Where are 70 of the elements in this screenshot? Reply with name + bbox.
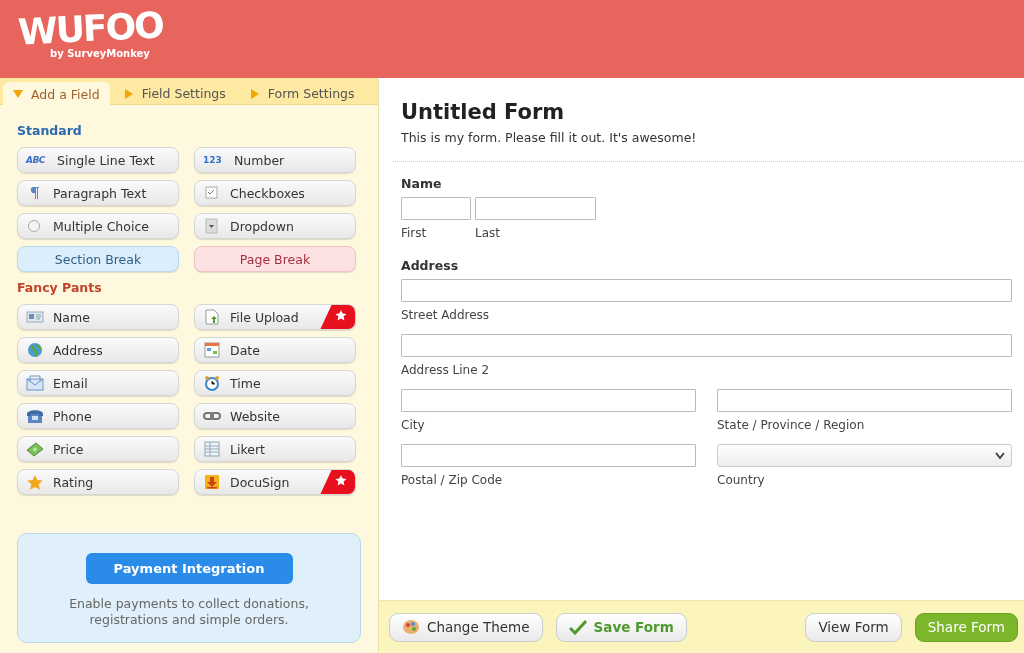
field-type-button[interactable]: Name — [17, 304, 179, 330]
id-card-icon — [26, 309, 44, 325]
form-description: This is my form. Please fill it out. It's awesome! — [401, 130, 697, 145]
file-icon — [203, 309, 221, 325]
field-sublabel: City — [401, 418, 425, 432]
field-type-button[interactable]: Multiple Choice — [17, 213, 179, 239]
input-field[interactable] — [401, 279, 1012, 302]
input-field[interactable] — [717, 389, 1012, 412]
calendar-icon — [203, 342, 221, 358]
field-type-button[interactable]: Address — [17, 337, 179, 363]
section-heading: Standard — [17, 123, 82, 138]
dropdown-icon — [203, 218, 221, 234]
section-heading: Fancy Pants — [17, 280, 102, 295]
telephone-icon — [26, 408, 44, 424]
input-field[interactable] — [401, 444, 696, 467]
input-field[interactable] — [475, 197, 596, 220]
input-field[interactable] — [401, 197, 471, 220]
field-label: Name — [401, 176, 442, 191]
download-icon — [203, 474, 221, 490]
caret-right-icon — [123, 88, 134, 99]
caret-right-icon — [249, 88, 260, 99]
field-sublabel: State / Province / Region — [717, 418, 865, 432]
field-sublabel: Street Address — [401, 308, 490, 322]
field-type-button[interactable]: Page Break — [194, 246, 356, 272]
field-type-button[interactable]: Price — [17, 436, 179, 462]
field-type-button[interactable]: Website — [194, 403, 356, 429]
field-type-button[interactable]: 123 Number — [194, 147, 356, 173]
field-type-button[interactable]: Checkboxes — [194, 180, 356, 206]
input-field[interactable] — [401, 334, 1012, 357]
globe-icon — [26, 342, 44, 358]
text-field-icon: ABC — [26, 155, 48, 165]
field-sublabel: First — [401, 226, 427, 240]
form-title: Untitled Form — [401, 100, 565, 124]
field-type-button[interactable]: Likert — [194, 436, 356, 462]
action-button[interactable]: Change Theme — [389, 612, 543, 642]
dropdown-field[interactable] — [717, 444, 1012, 467]
logo-tagline: by SurveyMonkey — [50, 48, 150, 59]
field-type-button[interactable]: DocuSign — [194, 469, 356, 495]
field-type-button[interactable]: ABC Single Line Text — [17, 147, 179, 173]
envelope-icon — [26, 375, 44, 391]
field-type-button[interactable]: Date — [194, 337, 356, 363]
field-label: Address — [401, 258, 459, 273]
number-field-icon: 123 — [203, 155, 225, 165]
field-type-button[interactable]: Dropdown — [194, 213, 356, 239]
banknote-icon — [26, 441, 44, 457]
action-button[interactable]: View Form — [805, 612, 902, 642]
tab[interactable]: Field Settings — [113, 82, 236, 105]
field-type-button[interactable]: Section Break — [17, 246, 179, 272]
checkbox-icon — [203, 185, 221, 201]
field-sublabel: Last — [475, 226, 500, 240]
field-sublabel: Postal / Zip Code — [401, 473, 503, 487]
field-type-button[interactable]: Rating — [17, 469, 179, 495]
field-sublabel: Country — [717, 473, 765, 487]
checkmark-icon — [568, 619, 587, 635]
field-sublabel: Address Line 2 — [401, 363, 490, 377]
alarm-clock-icon — [203, 375, 221, 391]
table-icon — [203, 441, 221, 457]
star-icon — [26, 474, 44, 490]
tab[interactable]: Form Settings — [239, 82, 365, 105]
tab[interactable]: Add a Field — [3, 82, 110, 106]
field-type-button[interactable]: Time — [194, 370, 356, 396]
palette-icon — [402, 619, 420, 635]
caret-down-icon — [13, 89, 23, 99]
field-type-button[interactable]: File Upload — [194, 304, 356, 330]
field-type-button[interactable]: Paragraph Text — [17, 180, 179, 206]
payment-description: Enable payments to collect donations, registrations and simple orders. — [68, 596, 310, 628]
field-type-button[interactable]: Phone — [17, 403, 179, 429]
field-type-button[interactable]: Email — [17, 370, 179, 396]
input-field[interactable] — [401, 389, 696, 412]
chevron-down-icon — [995, 451, 1005, 460]
